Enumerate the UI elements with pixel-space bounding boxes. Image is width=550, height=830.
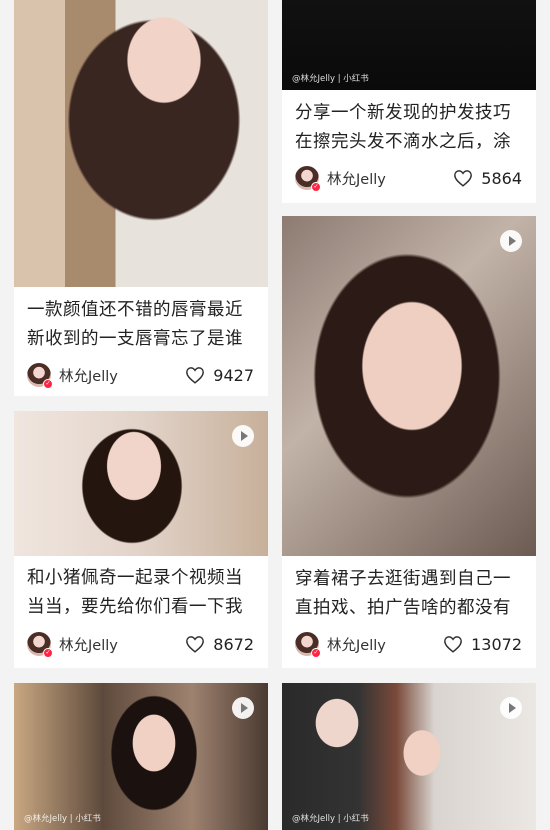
- like-button[interactable]: 5864: [453, 169, 522, 188]
- note-title-line: 在擦完头发不滴水之后，涂: [295, 132, 511, 152]
- play-icon[interactable]: [500, 230, 522, 252]
- note-card[interactable]: @林允Jelly | 小红书 分享一个新发现的护发技巧 在擦完头发不滴水之后，涂…: [282, 0, 536, 203]
- verified-badge-icon: ✓: [43, 648, 53, 658]
- avatar[interactable]: ✓: [295, 632, 321, 658]
- heart-outline-icon: [186, 367, 205, 384]
- note-title-line: 直拍戏、拍广告啥的都没有: [295, 598, 511, 618]
- like-count: 8672: [213, 634, 254, 654]
- note-card[interactable]: 和小猪佩奇一起录个视频当 当当，要先给你们看一下我 ✓ 林允Jelly 8672: [14, 411, 268, 668]
- verified-badge-icon: ✓: [311, 182, 321, 192]
- like-count: 9427: [213, 365, 254, 385]
- note-cover-image[interactable]: [282, 216, 536, 556]
- avatar[interactable]: ✓: [295, 166, 321, 192]
- like-count: 5864: [481, 168, 522, 188]
- note-title: 和小猪佩奇一起录个视频当 当当，要先给你们看一下我: [27, 564, 258, 622]
- author-name[interactable]: 林允Jelly: [59, 365, 185, 386]
- note-title-line: 穿着裙子去逛街遇到自己一: [295, 569, 511, 589]
- author-name[interactable]: 林允Jelly: [327, 168, 453, 189]
- heart-outline-icon: [444, 636, 463, 653]
- like-count: 13072: [471, 634, 522, 654]
- watermark: @林允Jelly | 小红书: [292, 814, 369, 824]
- note-title-line: 当当，要先给你们看一下我: [27, 597, 243, 617]
- note-meta: ✓ 林允Jelly 5864: [295, 165, 522, 192]
- watermark: @林允Jelly | 小红书: [292, 74, 369, 84]
- like-button[interactable]: 8672: [185, 635, 254, 654]
- avatar[interactable]: ✓: [27, 632, 53, 658]
- note-title: 分享一个新发现的护发技巧 在擦完头发不滴水之后，涂: [295, 99, 526, 157]
- note-card[interactable]: @林允Jelly | 小红书: [282, 683, 536, 830]
- author-name[interactable]: 林允Jelly: [59, 634, 185, 655]
- note-title-line: 和小猪佩奇一起录个视频当: [27, 568, 243, 588]
- note-title-line: 新收到的一支唇膏忘了是谁: [27, 329, 243, 349]
- note-cover-image[interactable]: [14, 411, 268, 556]
- note-card[interactable]: 穿着裙子去逛街遇到自己一 直拍戏、拍广告啥的都没有 ✓ 林允Jelly 1307…: [282, 216, 536, 668]
- watermark: @林允Jelly | 小红书: [24, 814, 101, 824]
- heart-outline-icon: [186, 636, 205, 653]
- like-button[interactable]: 9427: [185, 366, 254, 385]
- note-cover-image[interactable]: @林允Jelly | 小红书: [14, 683, 268, 830]
- note-card[interactable]: 一款颜值还不错的唇膏最近 新收到的一支唇膏忘了是谁 ✓ 林允Jelly 9427: [14, 0, 268, 396]
- note-meta: ✓ 林允Jelly 13072: [295, 631, 522, 658]
- note-cover-image[interactable]: @林允Jelly | 小红书: [282, 683, 536, 830]
- note-title: 穿着裙子去逛街遇到自己一 直拍戏、拍广告啥的都没有: [295, 565, 526, 623]
- verified-badge-icon: ✓: [311, 648, 321, 658]
- play-icon[interactable]: [232, 425, 254, 447]
- author-name[interactable]: 林允Jelly: [327, 634, 443, 655]
- note-meta: ✓ 林允Jelly 8672: [27, 631, 254, 658]
- avatar[interactable]: ✓: [27, 363, 53, 389]
- note-title: 一款颜值还不错的唇膏最近 新收到的一支唇膏忘了是谁: [27, 296, 258, 354]
- like-button[interactable]: 13072: [443, 635, 522, 654]
- heart-outline-icon: [454, 170, 473, 187]
- note-title-line: 一款颜值还不错的唇膏最近: [27, 300, 243, 320]
- note-card[interactable]: @林允Jelly | 小红书: [14, 683, 268, 830]
- play-icon[interactable]: [232, 697, 254, 719]
- verified-badge-icon: ✓: [43, 379, 53, 389]
- note-meta: ✓ 林允Jelly 9427: [27, 362, 254, 389]
- play-icon[interactable]: [500, 697, 522, 719]
- note-cover-image[interactable]: @林允Jelly | 小红书: [282, 0, 536, 90]
- note-title-line: 分享一个新发现的护发技巧: [295, 103, 511, 123]
- note-cover-image[interactable]: [14, 0, 268, 287]
